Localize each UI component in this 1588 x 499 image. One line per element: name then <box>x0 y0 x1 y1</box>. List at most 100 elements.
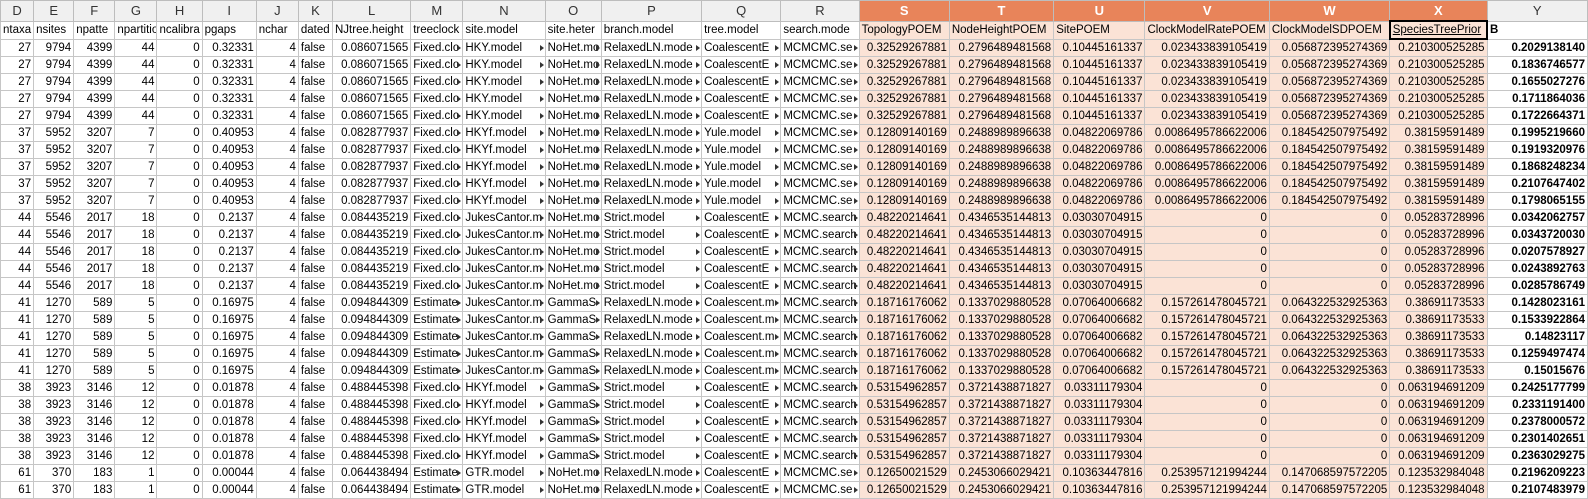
cell-s[interactable]: 0.18716176062 <box>858 362 950 380</box>
cell-e[interactable]: 3923 <box>33 396 75 414</box>
cell-f[interactable]: 3146 <box>73 379 116 397</box>
cell-r[interactable]: MCMCMC.se <box>780 158 860 176</box>
cell-o[interactable]: GammaS <box>544 413 602 431</box>
cell-f[interactable]: 589 <box>73 311 116 329</box>
cell-g[interactable]: 5 <box>114 362 158 380</box>
cell-i[interactable]: 0.40953 <box>201 192 257 210</box>
cell-t[interactable]: 0.3721438871827 <box>948 447 1055 465</box>
field-name-cell[interactable]: branch.model <box>600 20 703 40</box>
cell-o[interactable]: NoHet.mo <box>544 124 602 142</box>
cell-i[interactable]: 0.32331 <box>201 38 257 57</box>
cell-j[interactable]: 4 <box>255 209 299 227</box>
cell-d[interactable]: 27 <box>0 56 35 74</box>
cell-j[interactable]: 4 <box>255 226 299 244</box>
cell-r[interactable]: MCMC.search <box>780 379 860 397</box>
cell-p[interactable]: Strict.model <box>600 226 703 244</box>
field-name-cell[interactable]: treeclock <box>410 20 464 40</box>
cell-h[interactable]: 0 <box>156 328 203 346</box>
cell-d[interactable]: 27 <box>0 73 35 91</box>
cell-d[interactable]: 37 <box>0 158 35 176</box>
cell-t[interactable]: 0.2488989896638 <box>948 192 1055 210</box>
cell-p[interactable]: Strict.model <box>600 379 703 397</box>
cell-g[interactable]: 44 <box>114 56 158 74</box>
cell-l[interactable]: 0.086071565 <box>331 73 412 91</box>
column-header-g[interactable]: G <box>114 0 158 22</box>
cell-n[interactable]: JukesCantor.m <box>462 328 546 346</box>
cell-o[interactable]: NoHet.mo <box>544 260 602 278</box>
cell-f[interactable]: 589 <box>73 328 116 346</box>
cell-p[interactable]: Strict.model <box>600 447 703 465</box>
cell-t[interactable]: 0.4346535144813 <box>948 226 1055 244</box>
cell-x[interactable]: 0.38159591489 <box>1389 141 1488 159</box>
cell-p[interactable]: RelaxedLN.mode <box>600 158 703 176</box>
cell-s[interactable]: 0.12809140169 <box>858 124 950 142</box>
cell-i[interactable]: 0.32331 <box>201 107 257 125</box>
cell-q[interactable]: CoalescentE <box>701 56 782 74</box>
cell-m[interactable]: Fixed.clo <box>410 38 464 57</box>
cell-s[interactable]: 0.48220214641 <box>858 226 950 244</box>
cell-s[interactable]: 0.53154962857 <box>858 447 950 465</box>
cell-g[interactable]: 44 <box>114 73 158 91</box>
cell-i[interactable]: 0.40953 <box>201 141 257 159</box>
cell-j[interactable]: 4 <box>255 311 299 329</box>
cell-r[interactable]: MCMCMC.se <box>780 464 860 482</box>
cell-u[interactable]: 0.10363447816 <box>1053 481 1146 499</box>
cell-y[interactable]: 0.1722664371 <box>1486 107 1588 125</box>
cell-p[interactable]: Strict.model <box>600 277 703 295</box>
cell-d[interactable]: 44 <box>0 209 35 227</box>
cell-v[interactable]: 0.157261478045721 <box>1144 362 1270 380</box>
cell-w[interactable]: 0.064322532925363 <box>1268 328 1391 346</box>
cell-j[interactable]: 4 <box>255 260 299 278</box>
cell-u[interactable]: 0.04822069786 <box>1053 158 1146 176</box>
cell-y[interactable]: 0.1919320976 <box>1486 141 1588 159</box>
column-header-p[interactable]: P <box>600 0 703 22</box>
cell-n[interactable]: HKYf.model <box>462 141 546 159</box>
cell-q[interactable]: CoalescentE <box>701 413 782 431</box>
cell-i[interactable]: 0.40953 <box>201 158 257 176</box>
cell-h[interactable]: 0 <box>156 38 203 57</box>
cell-g[interactable]: 44 <box>114 38 158 57</box>
cell-l[interactable]: 0.488445398 <box>331 379 412 397</box>
cell-v[interactable]: 0.023433839105419 <box>1144 38 1270 57</box>
cell-y[interactable]: 0.2107483979 <box>1486 481 1588 499</box>
cell-e[interactable]: 9794 <box>33 56 75 74</box>
column-header-u[interactable]: U <box>1053 0 1146 22</box>
cell-x[interactable]: 0.05283728996 <box>1389 226 1488 244</box>
cell-p[interactable]: RelaxedLN.mode <box>600 124 703 142</box>
cell-o[interactable]: NoHet.mo <box>544 175 602 193</box>
cell-m[interactable]: Fixed.clo <box>410 141 464 159</box>
cell-o[interactable]: NoHet.mo <box>544 209 602 227</box>
cell-h[interactable]: 0 <box>156 396 203 414</box>
cell-m[interactable]: Fixed.clo <box>410 430 464 448</box>
cell-j[interactable]: 4 <box>255 481 299 499</box>
cell-l[interactable]: 0.488445398 <box>331 447 412 465</box>
cell-p[interactable]: RelaxedLN.mode <box>600 56 703 74</box>
cell-j[interactable]: 4 <box>255 277 299 295</box>
cell-h[interactable]: 0 <box>156 192 203 210</box>
cell-w[interactable]: 0.056872395274369 <box>1268 38 1391 57</box>
cell-t[interactable]: 0.1337029880528 <box>948 294 1055 312</box>
cell-u[interactable]: 0.04822069786 <box>1053 192 1146 210</box>
cell-j[interactable]: 4 <box>255 38 299 57</box>
cell-u[interactable]: 0.07064006682 <box>1053 311 1146 329</box>
cell-n[interactable]: HKYf.model <box>462 175 546 193</box>
column-header-j[interactable]: J <box>255 0 299 22</box>
cell-r[interactable]: MCMCMC.se <box>780 124 860 142</box>
cell-m[interactable]: Fixed.clo <box>410 124 464 142</box>
cell-n[interactable]: HKYf.model <box>462 396 546 414</box>
cell-w[interactable]: 0 <box>1268 226 1391 244</box>
cell-d[interactable]: 44 <box>0 277 35 295</box>
cell-e[interactable]: 5952 <box>33 141 75 159</box>
cell-g[interactable]: 44 <box>114 90 158 108</box>
cell-t[interactable]: 0.2488989896638 <box>948 124 1055 142</box>
cell-r[interactable]: MCMC.search <box>780 226 860 244</box>
cell-k[interactable]: false <box>297 464 333 482</box>
cell-n[interactable]: GTR.model <box>462 481 546 499</box>
cell-i[interactable]: 0.2137 <box>201 226 257 244</box>
cell-q[interactable]: Coalescent.m <box>701 311 782 329</box>
cell-f[interactable]: 4399 <box>73 38 116 57</box>
cell-m[interactable]: Fixed.clo <box>410 158 464 176</box>
cell-l[interactable]: 0.094844309 <box>331 311 412 329</box>
cell-i[interactable]: 0.40953 <box>201 175 257 193</box>
column-header-v[interactable]: V <box>1144 0 1270 22</box>
